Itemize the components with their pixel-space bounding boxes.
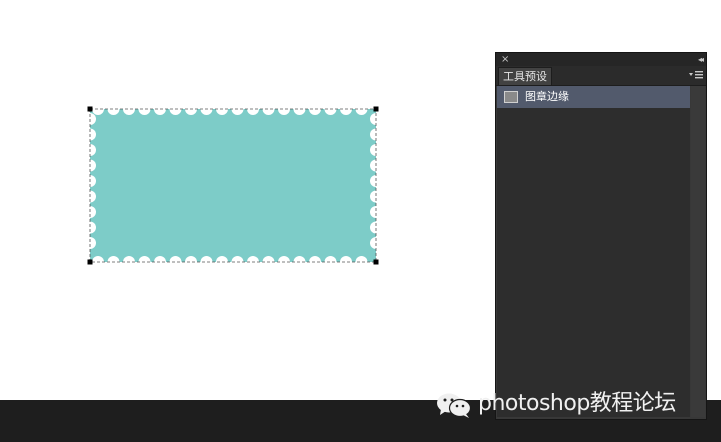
panel-menu-icon[interactable] bbox=[689, 69, 703, 81]
stamp-shape-selection[interactable] bbox=[84, 103, 382, 268]
transform-handle[interactable] bbox=[373, 259, 379, 265]
collapse-icon[interactable]: ◂◂ bbox=[698, 53, 704, 66]
stamp-scallop bbox=[340, 256, 352, 268]
transform-handle[interactable] bbox=[87, 106, 93, 112]
stamp-scallop bbox=[278, 103, 290, 115]
preset-list[interactable]: 图章边缘 bbox=[497, 86, 690, 417]
stamp-scallop bbox=[123, 103, 135, 115]
preset-label: 图章边缘 bbox=[525, 90, 569, 103]
stamp-scallop bbox=[84, 237, 96, 249]
stamp-shape bbox=[84, 103, 382, 268]
stamp-scallop bbox=[370, 206, 382, 218]
tab-tool-presets[interactable]: 工具预设 bbox=[498, 67, 552, 85]
watermark-text: photoshop教程论坛 bbox=[478, 391, 676, 416]
panel-tabbar: 工具预设 bbox=[496, 66, 706, 86]
transform-handle[interactable] bbox=[87, 259, 93, 265]
transform-handle[interactable] bbox=[373, 106, 379, 112]
wechat-icon bbox=[437, 393, 472, 418]
close-icon[interactable]: × bbox=[501, 53, 509, 66]
preset-thumbnail-icon bbox=[504, 91, 518, 103]
panel-scrollbar[interactable] bbox=[691, 86, 705, 417]
stamp-body bbox=[90, 109, 376, 262]
stamp-scallop bbox=[185, 256, 197, 268]
preset-item-stamp-edge[interactable]: 图章边缘 bbox=[497, 86, 690, 108]
panel-titlebar[interactable]: × ◂◂ bbox=[496, 53, 706, 66]
tool-presets-panel: × ◂◂ 工具预设 图章边缘 bbox=[495, 52, 707, 420]
